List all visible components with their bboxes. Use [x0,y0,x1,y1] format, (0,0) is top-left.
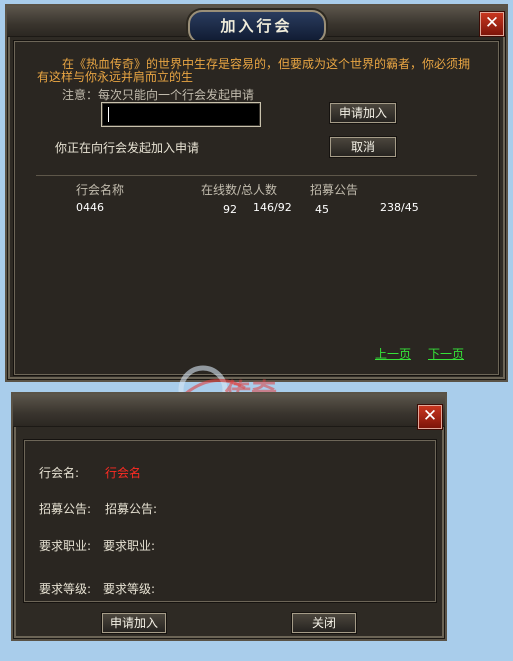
notice-text: 注意：每次只能向一个行会发起申请 [62,88,255,102]
join-content: 在《热血传奇》的世界中生存是容易的，但要成为这个世界的霸者，你必须拥 有这样与你… [13,40,500,376]
column-online-total: 在线数/总人数 [201,183,278,197]
cancel-button[interactable]: 取消 [330,137,396,157]
divider [36,175,477,176]
apply-join-button[interactable]: 申请加入 [330,103,396,123]
guild-name-value: 行会名 [105,466,142,480]
next-page-link[interactable]: 下一页 [428,345,464,362]
prev-page-link[interactable]: 上一页 [375,345,411,362]
status-text: 你正在向行会发起加入申请 [55,141,200,155]
row-guild-name: 0446 [76,201,104,214]
recruit-label: 招募公告: [39,502,92,516]
guild-name-input[interactable] [101,102,261,127]
column-recruit: 招募公告 [310,183,359,197]
job-value: 要求职业: [103,539,156,553]
text-caret [108,107,109,122]
intro-text-line2: 有这样与你永远并肩而立的生 [37,70,194,84]
guild-name-label: 行会名: [39,466,80,480]
detail-content: 行会名: 行会名 招募公告: 招募公告: 要求职业: 要求职业: 要求等级: 要… [23,439,437,603]
recruit-value: 招募公告: [105,502,158,516]
apply-join-button[interactable]: 申请加入 [102,613,166,633]
level-value: 要求等级: [103,582,156,596]
row-members: 146/92 [253,201,292,214]
level-label: 要求等级: [39,582,92,596]
dialog-title: 加入行会 [187,10,326,44]
close-button[interactable]: 关闭 [292,613,356,633]
row-online: 92 [223,203,237,216]
job-label: 要求职业: [39,539,92,553]
row-recruit: 45 [315,203,329,216]
close-icon[interactable]: ✕ [418,405,442,429]
guild-detail-dialog: ✕ 行会名: 行会名 招募公告: 招募公告: 要求职业: 要求职业: 要求等级:… [11,392,447,641]
row-count: 238/45 [380,201,419,214]
dialog-header [13,394,445,427]
join-guild-dialog: 加入行会 ✕ 在《热血传奇》的世界中生存是容易的，但要成为这个世界的霸者，你必须… [5,4,508,382]
column-guild-name: 行会名称 [76,183,125,197]
close-icon[interactable]: ✕ [480,12,504,36]
